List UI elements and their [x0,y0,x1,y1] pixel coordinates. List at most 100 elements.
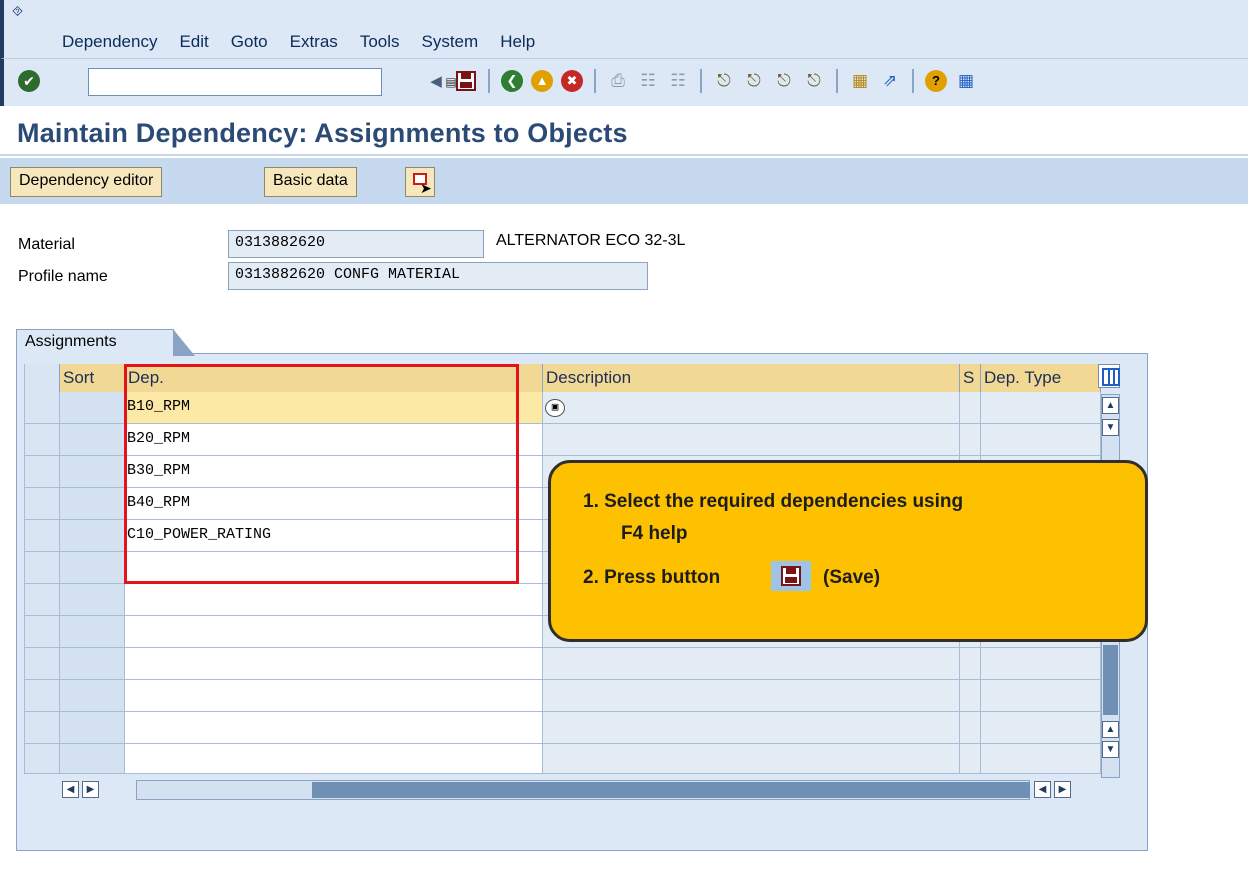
find-next-icon[interactable]: ☷ [666,69,690,93]
material-field[interactable]: 0313882620 [228,230,484,258]
f4-help-icon[interactable]: ▣ [545,399,565,417]
sort-cell[interactable] [60,392,125,424]
dep-cell[interactable] [125,616,543,648]
table-row[interactable] [24,744,1101,774]
dep-cell[interactable] [125,744,543,774]
find-icon[interactable]: ☷ [636,69,660,93]
exit-icon[interactable]: ▲ [530,69,554,93]
scroll-down-icon[interactable]: ▼ [1102,741,1119,758]
s-cell [960,648,981,680]
row-selector[interactable] [24,648,60,680]
row-selector[interactable] [24,488,60,520]
profile-name-field[interactable]: 0313882620 CONFG MATERIAL [228,262,648,290]
help-icon[interactable]: ? [924,69,948,93]
vertical-scroll-thumb[interactable] [1103,645,1118,715]
standard-toolbar: ✔ ▤ ◀ ❮ ▲ ✖ ⎙ ☷ ☷ ⎋ ⎋ ⎋ ⎋ ▦ ⇗ ? ▦ [0,58,1248,106]
sort-cell[interactable] [60,552,125,584]
row-selector[interactable] [24,552,60,584]
scroll-left-icon[interactable]: ◀ [1034,781,1051,798]
previous-page-icon[interactable]: ⎋ [742,69,766,93]
enter-icon[interactable]: ✔ [18,70,40,92]
sort-cell[interactable] [60,456,125,488]
description-cell [543,744,960,774]
first-page-icon[interactable]: ⎋ [712,69,736,93]
command-field[interactable]: ▤ [88,68,457,96]
column-config-icon[interactable] [1098,364,1120,388]
sort-cell[interactable] [60,488,125,520]
create-session-icon[interactable]: ▦ [848,69,872,93]
menu-help[interactable]: Help [500,32,535,52]
back-icon[interactable]: ◀ [424,69,448,93]
save-icon [771,561,811,591]
dep-cell[interactable] [125,552,543,584]
print-icon[interactable]: ⎙ [606,69,630,93]
row-selector[interactable] [24,616,60,648]
scroll-up-icon[interactable]: ▲ [1102,397,1119,414]
dep-cell[interactable]: B40_RPM [125,488,543,520]
dep-type-cell [981,424,1101,456]
dep-cell[interactable] [125,680,543,712]
dep-cell[interactable]: B10_RPM [125,392,543,424]
row-selector[interactable] [24,392,60,424]
sort-cell[interactable] [60,584,125,616]
sort-cell[interactable] [60,424,125,456]
menu-extras[interactable]: Extras [290,32,338,52]
menu-tools[interactable]: Tools [360,32,400,52]
row-selector[interactable] [24,456,60,488]
save-icon[interactable] [454,69,478,93]
horizontal-scrollbar[interactable] [136,780,1030,800]
scroll-right-icon[interactable]: ▶ [82,781,99,798]
table-row[interactable] [24,712,1101,744]
basic-data-button[interactable]: Basic data [264,167,357,197]
menu-dependency[interactable]: Dependency [62,32,157,52]
cancel-icon[interactable]: ✖ [560,69,584,93]
dep-type-cell [981,392,1101,424]
last-page-icon[interactable]: ⎋ [802,69,826,93]
dependency-editor-button[interactable]: Dependency editor [10,167,163,197]
sort-cell[interactable] [60,616,125,648]
assignments-tab[interactable]: Assignments [16,329,195,356]
callout-step-2-save: (Save) [823,567,881,588]
sort-cell[interactable] [60,520,125,552]
menu-system[interactable]: System [422,32,479,52]
dep-cell[interactable] [125,712,543,744]
toolbar-separator [594,69,596,93]
dep-cell[interactable]: B20_RPM [125,424,543,456]
description-cell [543,424,960,456]
sort-cell[interactable] [60,648,125,680]
select-cursor-button[interactable]: ➤ [405,167,435,197]
shortcut-icon[interactable]: ⇗ [878,69,902,93]
menu-bar: ⯑ Dependency Edit Goto Extras Tools Syst… [0,0,1248,58]
row-selector[interactable] [24,424,60,456]
system-menu-icon[interactable]: ⯑ [12,4,28,18]
dep-cell[interactable]: B30_RPM [125,456,543,488]
layout-icon[interactable]: ▦ [954,69,978,93]
scroll-right-icon[interactable]: ▶ [1054,781,1071,798]
menu-edit[interactable]: Edit [179,32,208,52]
description-cell: ▣ [543,392,960,424]
sort-cell[interactable] [60,680,125,712]
dep-cell[interactable] [125,584,543,616]
menu-goto[interactable]: Goto [231,32,268,52]
row-selector[interactable] [24,712,60,744]
page-down-icon[interactable]: ▼ [1102,419,1119,436]
application-toolbar: Dependency editor Basic data ➤ [0,158,1248,204]
page-up-icon[interactable]: ▲ [1102,721,1119,738]
row-selector[interactable] [24,520,60,552]
table-row[interactable]: B20_RPM [24,424,1101,456]
next-page-icon[interactable]: ⎋ [772,69,796,93]
table-row[interactable]: B10_RPM ▣ [24,392,1101,424]
scroll-left-icon[interactable]: ◀ [62,781,79,798]
back-circle-icon[interactable]: ❮ [500,69,524,93]
row-selector[interactable] [24,584,60,616]
table-row[interactable] [24,680,1101,712]
dep-cell[interactable] [125,648,543,680]
toolbar-separator [912,69,914,93]
dep-cell[interactable]: C10_POWER_RATING [125,520,543,552]
horizontal-scroll-thumb[interactable] [312,782,1030,798]
row-selector[interactable] [24,744,60,774]
row-selector[interactable] [24,680,60,712]
sort-cell[interactable] [60,712,125,744]
sort-cell[interactable] [60,744,125,774]
table-row[interactable] [24,648,1101,680]
